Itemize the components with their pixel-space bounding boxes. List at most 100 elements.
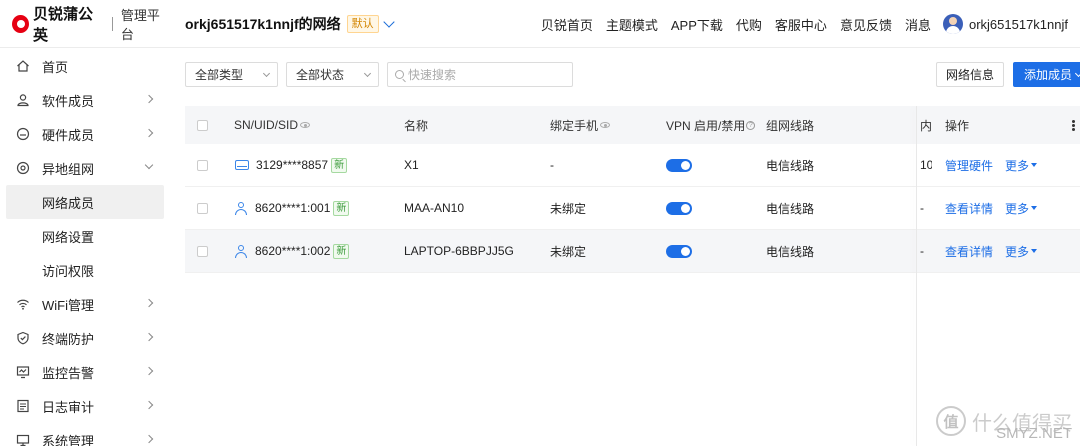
table-row[interactable]: 8620****1:002 新 LAPTOP-6BBPJJ5G 未绑定 电信线路… bbox=[185, 230, 1080, 273]
route-cell: 电信线路 bbox=[766, 201, 815, 216]
username[interactable]: orkj651517k1nnjf bbox=[969, 17, 1068, 32]
ip-cell: 10. bbox=[920, 158, 932, 172]
view-details-link[interactable]: 查看详情 bbox=[945, 243, 993, 260]
new-badge: 新 bbox=[333, 243, 350, 259]
chevron-right-icon bbox=[144, 298, 154, 308]
vpn-toggle[interactable] bbox=[666, 144, 692, 186]
row-checkbox[interactable] bbox=[197, 230, 208, 272]
sidebar-item-monitoring[interactable]: 监控告警 bbox=[0, 355, 170, 389]
top-nav: 贝锐首页 主题模式 APP下载 代购 客服中心 意见反馈 消息 orkj6515… bbox=[541, 0, 1080, 48]
sn-value: 8620****1:002 bbox=[255, 244, 331, 258]
nav-support[interactable]: 客服中心 bbox=[775, 15, 827, 34]
route-cell: 电信线路 bbox=[766, 244, 815, 259]
sidebar-item-software-members[interactable]: 软件成员 bbox=[0, 83, 170, 117]
watermark-logo: 值 bbox=[936, 406, 966, 436]
nav-purchase[interactable]: 代购 bbox=[736, 15, 762, 34]
phone-cell: 未绑定 bbox=[550, 244, 587, 259]
sidebar-item-label: 异地组网 bbox=[42, 161, 95, 177]
wifi-icon bbox=[16, 297, 30, 311]
header-phone-label: 绑定手机 bbox=[550, 118, 599, 133]
column-settings-button[interactable] bbox=[1072, 106, 1075, 144]
sidebar-item-system-management[interactable]: 系统管理 bbox=[0, 423, 170, 446]
sidebar-item-label: 日志审计 bbox=[42, 399, 95, 415]
more-dropdown[interactable]: 更多 bbox=[1005, 157, 1038, 174]
select-all-checkbox[interactable] bbox=[197, 106, 208, 144]
network-selector[interactable]: orkj651517k1nnjf的网络 默认 bbox=[185, 14, 395, 34]
row-checkbox[interactable] bbox=[197, 144, 208, 186]
main-content: 全部类型 全部状态 快速搜索 网络信息 添加成员 SN/UID/SID 名称 绑… bbox=[170, 48, 1080, 446]
more-dropdown[interactable]: 更多 bbox=[1005, 243, 1038, 260]
phone-cell: - bbox=[550, 158, 554, 172]
checkbox[interactable] bbox=[197, 159, 208, 171]
home-icon bbox=[16, 59, 30, 73]
add-member-label: 添加成员 bbox=[1024, 68, 1073, 82]
nav-feedback[interactable]: 意见反馈 bbox=[840, 15, 892, 34]
sn-cell: 8620****1:001 新 bbox=[235, 187, 350, 229]
name-cell: MAA-AN10 bbox=[404, 201, 465, 215]
sidebar-item-network-members[interactable]: 网络成员 bbox=[6, 185, 164, 219]
vpn-toggle[interactable] bbox=[666, 187, 692, 229]
toggle-switch[interactable] bbox=[666, 201, 692, 215]
top-bar: 贝锐蒲公英 管理平台 orkj651517k1nnjf的网络 默认 贝锐首页 主… bbox=[0, 0, 1080, 48]
manage-hardware-link[interactable]: 管理硬件 bbox=[945, 157, 993, 174]
sidebar-item-endpoint-protection[interactable]: 终端防护 bbox=[0, 321, 170, 355]
user-icon bbox=[235, 202, 247, 215]
chevron-down-icon[interactable] bbox=[382, 15, 395, 28]
more-label: 更多 bbox=[1005, 201, 1030, 216]
sidebar-item-label: 网络设置 bbox=[42, 229, 95, 245]
toggle-switch[interactable] bbox=[666, 158, 692, 172]
sidebar-item-label: 首页 bbox=[42, 59, 69, 75]
type-filter-select[interactable]: 全部类型 bbox=[185, 62, 278, 87]
sidebar-item-access-control[interactable]: 访问权限 bbox=[0, 253, 170, 287]
chevron-right-icon bbox=[144, 332, 154, 342]
sidebar-item-label: 系统管理 bbox=[42, 433, 95, 446]
help-icon[interactable]: ? bbox=[746, 120, 756, 130]
toggle-switch[interactable] bbox=[666, 244, 692, 258]
checkbox[interactable] bbox=[197, 202, 208, 214]
network-info-button[interactable]: 网络信息 bbox=[936, 62, 1004, 87]
status-filter-select[interactable]: 全部状态 bbox=[286, 62, 379, 87]
sidebar-item-hardware-members[interactable]: 硬件成员 bbox=[0, 117, 170, 151]
table-row[interactable]: 8620****1:001 新 MAA-AN10 未绑定 电信线路 - 查看详情… bbox=[185, 187, 1080, 230]
eye-icon[interactable] bbox=[600, 122, 611, 128]
header-name: 名称 bbox=[404, 118, 429, 133]
chevron-right-icon bbox=[144, 366, 154, 376]
new-badge: 新 bbox=[333, 200, 350, 216]
vpn-toggle[interactable] bbox=[666, 230, 692, 272]
nav-theme-mode[interactable]: 主题模式 bbox=[606, 15, 658, 34]
checkbox[interactable] bbox=[197, 245, 208, 257]
nav-app-download[interactable]: APP下载 bbox=[671, 15, 723, 34]
table-row[interactable]: 3129****8857 新 X1 - 电信线路 10. 管理硬件 更多 bbox=[185, 144, 1080, 187]
nav-messages[interactable]: 消息 bbox=[905, 15, 931, 34]
add-member-button[interactable]: 添加成员 bbox=[1013, 62, 1080, 87]
chevron-down-icon bbox=[144, 160, 154, 170]
sidebar-item-log-audit[interactable]: 日志审计 bbox=[0, 389, 170, 423]
checkbox[interactable] bbox=[197, 119, 208, 131]
sidebar-item-label: WiFi管理 bbox=[42, 297, 94, 313]
header-route: 组网线路 bbox=[766, 118, 815, 133]
sidebar-item-home[interactable]: 首页 bbox=[0, 49, 170, 83]
search-input[interactable]: 快速搜索 bbox=[387, 62, 573, 87]
eye-icon[interactable] bbox=[300, 122, 311, 128]
row-checkbox[interactable] bbox=[197, 187, 208, 229]
members-table: SN/UID/SID 名称 绑定手机 VPN 启用/禁用 ? 组网线路 内网 操… bbox=[185, 106, 1080, 273]
caret-down-icon bbox=[1031, 206, 1038, 210]
header-phone: 绑定手机 bbox=[550, 106, 611, 144]
user-icon bbox=[16, 93, 30, 107]
monitor-icon bbox=[16, 365, 30, 379]
brand[interactable]: 贝锐蒲公英 管理平台 bbox=[0, 0, 170, 48]
sidebar-item-network-settings[interactable]: 网络设置 bbox=[0, 219, 170, 253]
chevron-down-icon bbox=[262, 69, 271, 78]
ops-cell: 管理硬件 更多 bbox=[945, 144, 1038, 186]
nav-oray-home[interactable]: 贝锐首页 bbox=[541, 15, 593, 34]
sidebar-item-label: 软件成员 bbox=[42, 93, 95, 109]
view-details-link[interactable]: 查看详情 bbox=[945, 200, 993, 217]
sidebar-item-remote-network[interactable]: 异地组网 bbox=[0, 151, 170, 185]
chevron-down-icon bbox=[1074, 69, 1080, 78]
sidebar-item-wifi[interactable]: WiFi管理 bbox=[0, 287, 170, 321]
more-dropdown[interactable]: 更多 bbox=[1005, 200, 1038, 217]
router-icon bbox=[16, 127, 30, 141]
avatar[interactable] bbox=[942, 14, 963, 34]
new-badge: 新 bbox=[331, 157, 348, 173]
chevron-right-icon bbox=[144, 400, 154, 410]
